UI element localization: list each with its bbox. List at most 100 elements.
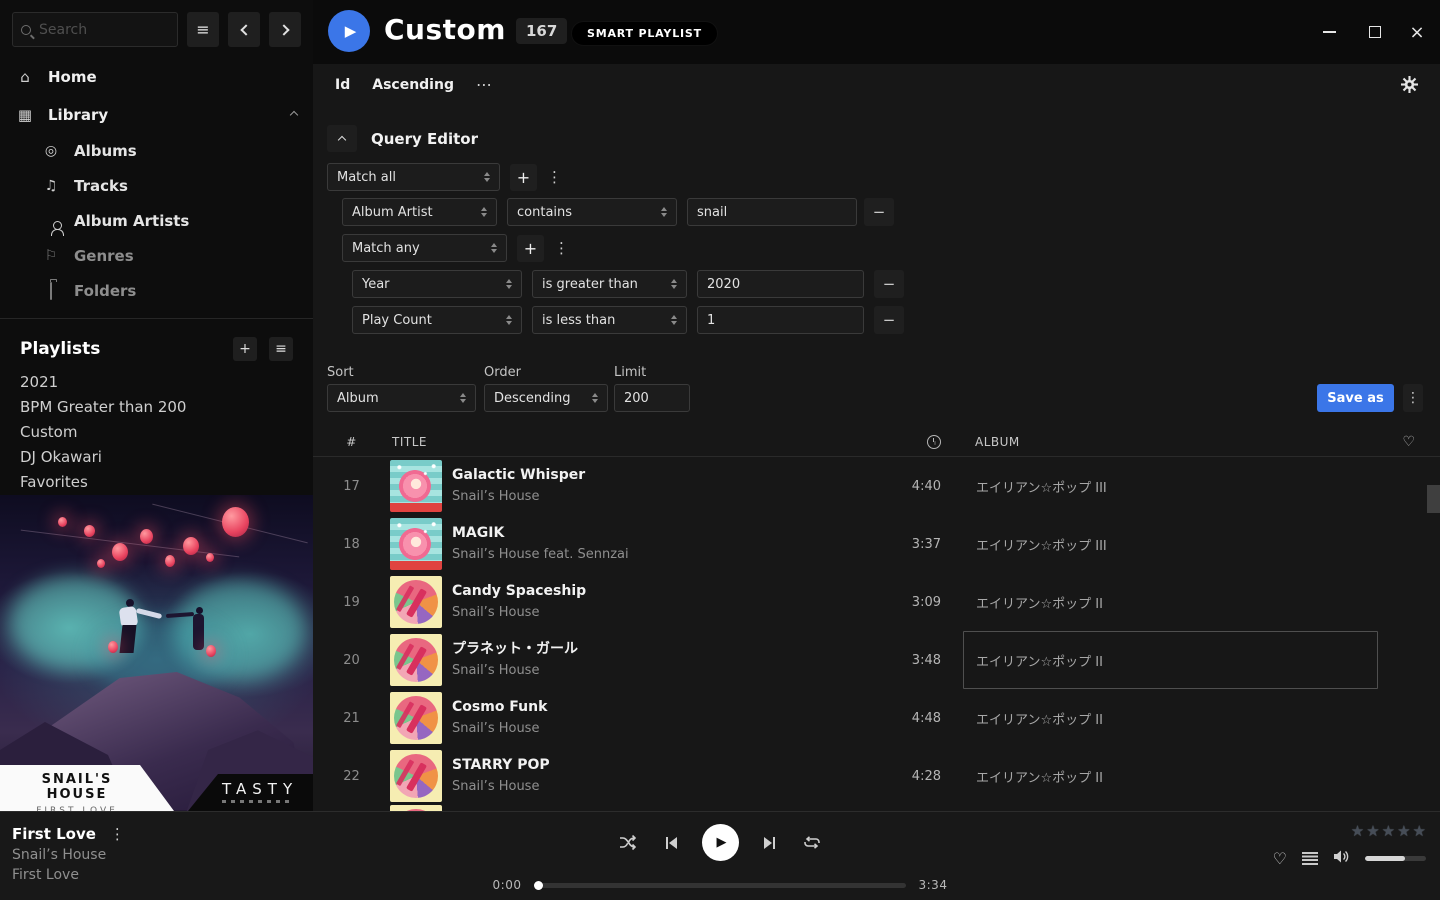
search-box[interactable] [12,12,178,47]
album-art-thumbnail[interactable] [390,460,442,512]
remove-rule1-button[interactable]: − [864,198,894,226]
group-menu-button-2[interactable]: ⋮ [554,239,568,257]
track-row[interactable]: 20 プラネット・ガール Snail’s House 3:48 エイリアン☆ポッ… [313,631,1440,689]
column-duration[interactable] [873,435,941,449]
track-album[interactable]: エイリアン☆ポップ II [963,747,1378,805]
sort-field-button[interactable]: Id [335,77,350,93]
track-title: Candy Spaceship [452,582,873,601]
track-album[interactable]: エイリアン☆ポップ II [963,631,1378,689]
star-icon[interactable]: ★ [1413,822,1426,840]
remove-rule3-button[interactable]: − [874,306,904,334]
column-album[interactable]: ALBUM [963,435,1378,449]
track-album[interactable]: エイリアン☆ポップ II [963,573,1378,631]
track-album[interactable]: エイリアン☆ポップ III [963,457,1378,515]
query-editor-collapse-button[interactable] [327,125,357,152]
rule1-operator-select[interactable]: contains [507,198,677,226]
album-art-thumbnail[interactable] [390,750,442,802]
player-bar: First Love ⋮ Snail’s House First Love ▶ [0,811,1440,900]
column-title[interactable]: TITLE [390,435,873,449]
play-playlist-button[interactable]: ▶ [328,10,370,52]
remove-rule2-button[interactable]: − [874,270,904,298]
rule3-value-input[interactable] [697,306,864,334]
previous-track-button[interactable] [660,832,682,854]
repeat-button[interactable] [801,832,823,854]
rule3-operator-select[interactable]: is less than [532,306,687,334]
settings-gear-icon[interactable] [1401,76,1418,97]
track-album[interactable]: エイリアン☆ポップ II [963,689,1378,747]
cover-artist: SNAIL'S HOUSE [12,772,142,802]
rule1-value-input[interactable] [687,198,857,226]
close-button[interactable]: × [1407,22,1427,42]
sidebar-item-genres[interactable]: ⚐ Genres [0,242,313,269]
play-pause-button[interactable]: ▶ [702,824,739,861]
minimize-button[interactable] [1319,22,1339,42]
star-icon[interactable]: ★ [1351,822,1364,840]
track-duration: 3:09 [873,595,941,610]
add-rule-button-2[interactable]: + [517,235,544,262]
playlist-menu-button[interactable]: ≡ [269,337,293,361]
album-art-thumbnail[interactable] [390,692,442,744]
favorite-button[interactable]: ♡ [1273,849,1287,868]
save-menu-button[interactable]: ⋮ [1403,384,1423,412]
track-album[interactable]: エイリアン☆ポップ III [963,515,1378,573]
collapse-chevron-icon[interactable] [290,111,298,119]
shuffle-button[interactable] [618,832,640,854]
rule1-field-select[interactable]: Album Artist [342,198,497,226]
sidebar-item-folders[interactable]: Folders [0,277,313,304]
playlist-item-bpm[interactable]: BPM Greater than 200 [0,394,313,419]
seek-handle[interactable] [534,881,543,890]
sidebar-item-albums[interactable]: ◎ Albums [0,137,313,164]
now-playing-cover-art[interactable]: SNAIL'S HOUSE FIRST LOVE TASTY [0,495,313,811]
match-type-select-1[interactable]: Match all [327,163,500,191]
column-number[interactable]: # [313,435,390,449]
sidebar-item-library[interactable]: ▦ Library [0,101,313,129]
track-duration: 3:48 [873,653,941,668]
playlist-item-dj-okawari[interactable]: DJ Okawari [0,444,313,469]
track-row[interactable]: 22 STARRY POP Snail’s House 4:28 エイリアン☆ポ… [313,747,1440,805]
track-row[interactable]: 18 MAGIK Snail’s House feat. Sennzai 3:3… [313,515,1440,573]
rule2-field-select[interactable]: Year [352,270,522,298]
menu-button[interactable]: ≡ [187,12,219,47]
track-row[interactable]: 19 Candy Spaceship Snail’s House 3:09 エイ… [313,573,1440,631]
column-favorite[interactable]: ♡ [1378,434,1440,450]
volume-slider[interactable] [1365,856,1426,861]
order-select[interactable]: Descending [484,384,608,412]
sort-direction-button[interactable]: Ascending [372,77,454,93]
nav-forward-button[interactable] [269,12,301,47]
queue-button[interactable] [1302,852,1318,865]
album-art-thumbnail[interactable] [390,634,442,686]
sidebar-item-album-artists[interactable]: Album Artists [0,207,313,234]
search-input[interactable] [39,22,169,38]
sidebar-item-tracks[interactable]: ♫ Tracks [0,172,313,199]
group-menu-button-1[interactable]: ⋮ [547,168,561,186]
add-rule-button-1[interactable]: + [510,164,537,191]
nav-back-button[interactable] [228,12,260,47]
album-art-thumbnail[interactable] [390,576,442,628]
add-playlist-button[interactable]: + [233,337,257,361]
track-row[interactable]: 17 Galactic Whisper Snail’s House 4:40 エ… [313,457,1440,515]
album-art-thumbnail[interactable] [390,518,442,570]
playlist-item-2021[interactable]: 2021 [0,369,313,394]
match-type-select-2[interactable]: Match any [342,234,507,262]
track-row[interactable]: 21 Cosmo Funk Snail’s House 4:48 エイリアン☆ポ… [313,689,1440,747]
scrollbar-thumb[interactable] [1427,485,1440,513]
maximize-button[interactable] [1365,22,1385,42]
star-icon[interactable]: ★ [1382,822,1395,840]
more-options-button[interactable]: ⋯ [476,75,492,94]
seek-bar[interactable] [535,883,906,888]
sort-select[interactable]: Album [327,384,476,412]
playlist-item-favorites[interactable]: Favorites [0,469,313,494]
playlist-item-custom[interactable]: Custom [0,419,313,444]
track-number: 17 [313,479,390,494]
sidebar-item-home[interactable]: ⌂ Home [0,63,313,91]
save-as-button[interactable]: Save as [1317,384,1394,412]
rule2-value-input[interactable] [697,270,864,298]
star-icon[interactable]: ★ [1366,822,1379,840]
star-icon[interactable]: ★ [1397,822,1410,840]
next-track-button[interactable] [759,832,781,854]
playlist-header: ▶ Custom 167 SMART PLAYLIST × [313,0,1440,64]
limit-input[interactable] [614,384,690,412]
rule2-operator-select[interactable]: is greater than [532,270,687,298]
rule3-field-select[interactable]: Play Count [352,306,522,334]
volume-icon[interactable] [1333,849,1350,868]
